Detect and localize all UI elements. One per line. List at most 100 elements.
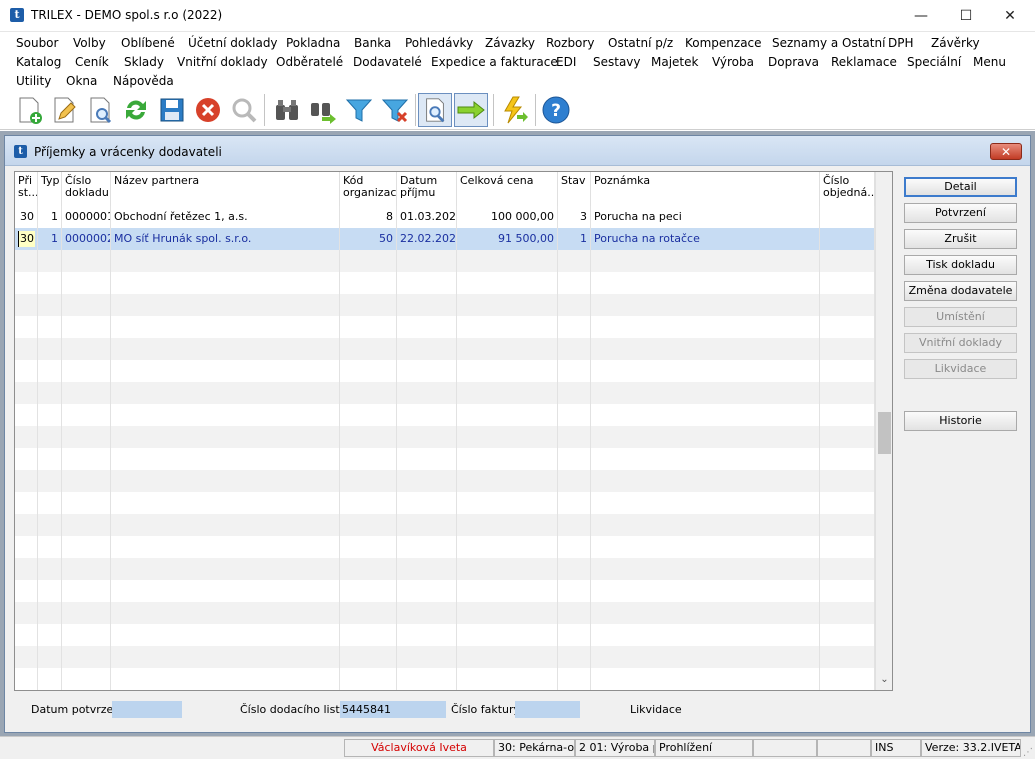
menu-majetek[interactable]: Majetek (651, 55, 698, 69)
col-header-pri-st[interactable]: Při st... (15, 172, 38, 206)
menu-utility[interactable]: Utility (16, 74, 51, 88)
col-header-datum-prijmu[interactable]: Datum příjmu (397, 172, 457, 206)
menu-kompenzace[interactable]: Kompenzace (685, 36, 762, 50)
menu-pokladna[interactable]: Pokladna (286, 36, 340, 50)
historie-button[interactable]: Historie (904, 411, 1017, 431)
delete-button[interactable] (191, 93, 225, 127)
table-row-empty[interactable] (15, 668, 875, 690)
menu-dodavatele[interactable]: Dodavatelé (353, 55, 422, 69)
preview-button[interactable] (418, 93, 452, 127)
menu-pohledavky[interactable]: Pohledávky (405, 36, 473, 50)
search-button[interactable] (227, 93, 261, 127)
receipts-window-close-button[interactable]: ✕ (990, 143, 1022, 160)
table-row-empty[interactable] (15, 514, 875, 536)
menu-ostatni-pz[interactable]: Ostatní p/z (608, 36, 673, 50)
col-header-celkova-cena[interactable]: Celková cena (457, 172, 558, 206)
col-header-cislo-dokladu[interactable]: Číslo dokladu (62, 172, 111, 206)
scrollbar-thumb[interactable] (878, 412, 891, 454)
table-row-empty[interactable] (15, 272, 875, 294)
potvrzeni-button[interactable]: Potvrzení (904, 203, 1017, 223)
refresh-button[interactable] (119, 93, 153, 127)
menu-zavazky[interactable]: Závazky (485, 36, 535, 50)
edit-document-button[interactable] (47, 93, 81, 127)
new-document-button[interactable] (12, 93, 46, 127)
table-row-empty[interactable] (15, 338, 875, 360)
tisk-dokladu-button[interactable]: Tisk dokladu (904, 255, 1017, 275)
filter-button[interactable] (342, 93, 376, 127)
cell-editor[interactable]: 30 (18, 231, 35, 247)
table-row-empty[interactable] (15, 404, 875, 426)
menu-zaverky[interactable]: Závěrky (931, 36, 980, 50)
menu-okna[interactable]: Okna (66, 74, 97, 88)
menu-oblibene[interactable]: Oblíbené (121, 36, 175, 50)
table-row-empty[interactable] (15, 536, 875, 558)
table-row-empty[interactable] (15, 492, 875, 514)
chevron-down-icon[interactable]: ⌄ (876, 672, 892, 688)
menu-sestavy[interactable]: Sestavy (593, 55, 641, 69)
likvidace-button[interactable]: Likvidace (904, 359, 1017, 379)
menu-volby[interactable]: Volby (73, 36, 106, 50)
table-row-empty[interactable] (15, 448, 875, 470)
menu-reklamace[interactable]: Reklamace (831, 55, 897, 69)
datum-potvrzeni-field[interactable] (112, 701, 182, 718)
umisteni-button[interactable]: Umístění (904, 307, 1017, 327)
menu-seznamy[interactable]: Seznamy a Ostatní (772, 36, 885, 50)
menu-banka[interactable]: Banka (354, 36, 391, 50)
table-row-empty[interactable] (15, 250, 875, 272)
table-row-empty[interactable] (15, 360, 875, 382)
menu-edi[interactable]: EDI (556, 55, 576, 69)
menu-dph[interactable]: DPH (888, 36, 914, 50)
help-button[interactable]: ? (539, 93, 573, 127)
menu-soubor[interactable]: Soubor (16, 36, 58, 50)
table-row-empty[interactable] (15, 294, 875, 316)
menu-expedice[interactable]: Expedice a fakturace (431, 55, 558, 69)
menu-vyroba[interactable]: Výroba (712, 55, 754, 69)
col-header-typ[interactable]: Typ (38, 172, 62, 206)
minimize-button[interactable]: — (898, 0, 944, 31)
receipts-grid[interactable]: Při st... Typ Číslo dokladu Název partne… (14, 171, 893, 691)
close-button[interactable]: ✕ (987, 0, 1033, 31)
table-row-empty[interactable] (15, 646, 875, 668)
resize-grip-icon[interactable]: ⋰ (1023, 747, 1033, 758)
menu-napoveda[interactable]: Nápověda (113, 74, 174, 88)
zrusit-button[interactable]: Zrušit (904, 229, 1017, 249)
cell-pri-st-editing[interactable]: 30 (15, 228, 38, 250)
menu-odberatele[interactable]: Odběratelé (276, 55, 343, 69)
table-row-empty[interactable] (15, 316, 875, 338)
detail-button[interactable]: Detail (904, 177, 1017, 197)
table-row-empty[interactable] (15, 558, 875, 580)
col-header-nazev-partnera[interactable]: Název partnera (111, 172, 340, 206)
col-header-kod-organizace[interactable]: Kód organizace (340, 172, 397, 206)
col-header-stav[interactable]: Stav (558, 172, 591, 206)
col-header-poznamka[interactable]: Poznámka (591, 172, 820, 206)
table-row-empty[interactable] (15, 624, 875, 646)
menu-vnitrni-doklady[interactable]: Vnitřní doklady (177, 55, 268, 69)
menu-katalog[interactable]: Katalog (16, 55, 61, 69)
table-row-empty[interactable] (15, 382, 875, 404)
menu-ucetni-doklady[interactable]: Účetní doklady (188, 36, 278, 50)
cancel-filter-button[interactable] (378, 93, 412, 127)
grid-vertical-scrollbar[interactable]: ⌄ (875, 172, 892, 690)
cislo-dodaciho-listu-field[interactable]: 5445841 (340, 701, 446, 718)
table-row-empty[interactable] (15, 470, 875, 492)
menu-doprava[interactable]: Doprava (768, 55, 819, 69)
col-header-cislo-objednavky[interactable]: Číslo objedná... (820, 172, 875, 206)
menu-rozbory[interactable]: Rozbory (546, 36, 594, 50)
table-row-empty[interactable] (15, 580, 875, 602)
zmena-dodavatele-button[interactable]: Změna dodavatele (904, 281, 1017, 301)
menu-menu[interactable]: Menu (973, 55, 1006, 69)
goto-button[interactable] (454, 93, 488, 127)
find-button[interactable] (270, 93, 304, 127)
save-button[interactable] (155, 93, 189, 127)
maximize-button[interactable]: ☐ (943, 0, 989, 31)
vnitrni-doklady-button[interactable]: Vnitřní doklady (904, 333, 1017, 353)
table-row-empty[interactable] (15, 426, 875, 448)
table-row-selected[interactable]: 30 1 0000002 MO síť Hrunák spol. s.r.o. … (15, 228, 875, 250)
find-next-button[interactable] (306, 93, 340, 127)
table-row-empty[interactable] (15, 602, 875, 624)
menu-cenik[interactable]: Ceník (75, 55, 109, 69)
menu-sklady[interactable]: Sklady (124, 55, 164, 69)
menu-specialni[interactable]: Speciální (907, 55, 961, 69)
quick-action-button[interactable] (497, 93, 531, 127)
view-document-button[interactable] (83, 93, 117, 127)
